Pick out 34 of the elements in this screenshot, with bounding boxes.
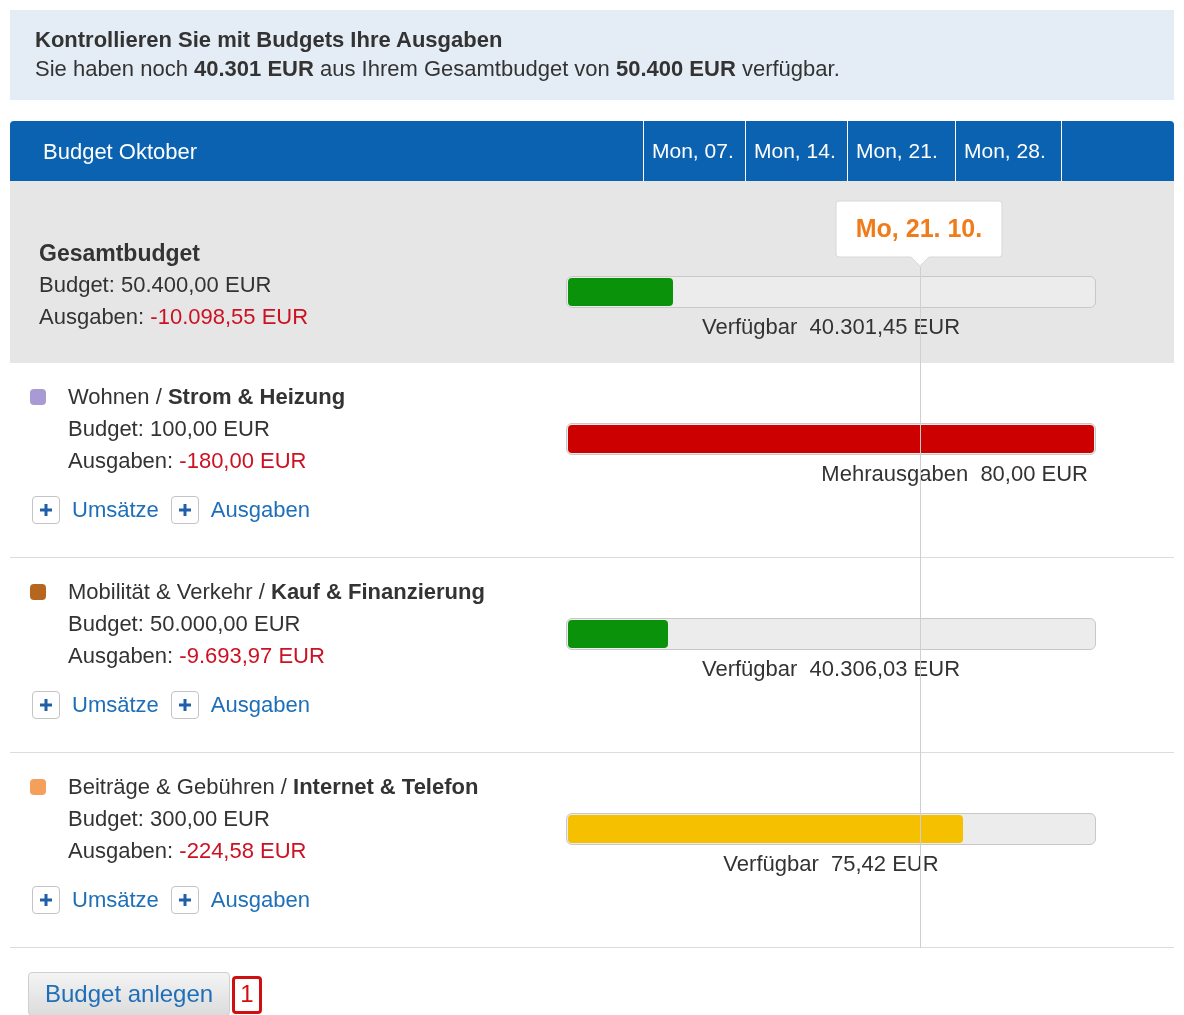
- budget-amount: Budget: 50.400,00 EUR: [39, 271, 273, 299]
- plus-icon[interactable]: [32, 885, 60, 914]
- header-title: Budget Oktober: [42, 137, 199, 166]
- info-text: Sie haben noch 40.301 EUR aus Ihrem Gesamtbudget von 50.400 EUR verfügbar.: [35, 55, 841, 83]
- action-link[interactable]: Umsätze: [72, 688, 159, 721]
- category-name: Beiträge & Gebühren / Internet & Telefon: [68, 773, 479, 801]
- budget-amount: Budget: 100,00 EUR: [68, 415, 271, 443]
- remaining-amount: Verfügbar 40.306,03 EUR: [701, 655, 961, 683]
- expenses-amount: Ausgaben: -10.098,55 EUR: [39, 303, 310, 331]
- plus-icon[interactable]: [170, 690, 199, 719]
- budget-amount: Budget: 300,00 EUR: [68, 805, 271, 833]
- remaining-amount: Verfügbar 40.301,45 EUR: [701, 313, 961, 341]
- action-link[interactable]: Umsätze: [72, 493, 159, 526]
- action-link[interactable]: Ausgaben: [210, 493, 310, 526]
- remaining-amount: Verfügbar 75,42 EUR: [723, 850, 939, 878]
- create-budget-button[interactable]: Budget anlegen: [28, 972, 231, 1015]
- date-tooltip: Mo, 21. 10.: [835, 200, 1003, 268]
- plus-icon[interactable]: [170, 885, 199, 914]
- budget-amount: Budget: 50.000,00 EUR: [68, 610, 302, 638]
- action-link[interactable]: Ausgaben: [210, 688, 310, 721]
- category-name: Mobilität & Verkehr / Kauf & Finanzierung: [68, 578, 485, 606]
- plus-icon[interactable]: [170, 495, 199, 524]
- expenses-amount: Ausgaben: -180,00 EUR: [68, 447, 308, 475]
- count-badge: 1: [232, 976, 262, 1014]
- total-budget-title: Gesamtbudget: [39, 239, 202, 268]
- action-link[interactable]: Umsätze: [72, 883, 159, 916]
- category-name: Wohnen / Strom & Heizung: [68, 383, 346, 411]
- expenses-amount: Ausgaben: -224,58 EUR: [68, 837, 308, 865]
- expenses-amount: Ausgaben: -9.693,97 EUR: [68, 642, 326, 670]
- info-title: Kontrollieren Sie mit Budgets Ihre Ausgaben: [35, 26, 504, 54]
- action-link[interactable]: Ausgaben: [210, 883, 310, 916]
- plus-icon[interactable]: [32, 690, 60, 719]
- remaining-amount: Mehrausgaben 80,00 EUR: [821, 460, 1088, 488]
- plus-icon[interactable]: [32, 495, 60, 524]
